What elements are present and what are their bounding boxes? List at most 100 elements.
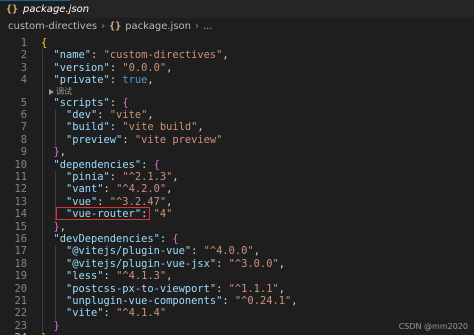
code-token: "vue" — [66, 195, 98, 208]
code-line[interactable]: 20 "postcss-px-to-viewport": "^1.1.1", — [0, 283, 474, 295]
breadcrumb-more[interactable]: ... — [203, 21, 213, 32]
code-token: : — [91, 49, 104, 62]
code-token: "^4.1.4" — [116, 307, 167, 320]
codelens-label: 调试 — [56, 86, 72, 96]
code-token: "pinia" — [66, 171, 110, 183]
code-line[interactable]: 21 "unplugin-vue-components": "^0.24.1", — [0, 295, 474, 307]
code-content: "devDependencies": { — [54, 233, 179, 245]
code-line[interactable]: 12 "vant": "^4.2.0", — [0, 183, 474, 195]
code-line[interactable]: 9}, — [0, 146, 474, 158]
indent-guide — [42, 49, 43, 333]
chevron-right-icon: › — [101, 21, 106, 32]
line-number: 11 — [14, 171, 27, 183]
code-line[interactable]: 3 "version": "0.0.0", — [0, 62, 474, 74]
code-line[interactable]: 22 "vite": "^4.1.4" — [0, 307, 474, 319]
tab-package-json[interactable]: {} package.json — [0, 0, 89, 18]
code-token: , — [291, 295, 298, 307]
code-token: , — [166, 183, 173, 196]
code-token: : — [191, 245, 204, 258]
code-token: "^1.1.1" — [228, 282, 279, 295]
code-token: , — [222, 49, 229, 62]
line-number: 18 — [14, 257, 27, 270]
code-content: "postcss-px-to-viewport": "^1.1.1", — [66, 283, 285, 295]
code-line[interactable]: 7 "build": "vite build", — [0, 121, 474, 133]
line-number: 22 — [14, 307, 27, 320]
code-line[interactable]: 19 "less": "^4.1.3", — [0, 270, 474, 282]
code-token: "vite" — [66, 307, 104, 320]
code-token: { — [122, 96, 129, 109]
code-token: "^4.1.3" — [116, 270, 167, 283]
code-line[interactable]: 15}, — [0, 221, 474, 233]
chevron-right-icon: › — [194, 21, 199, 32]
code-editor[interactable]: 1{2 "name": "custom-directives", 3 "version… — [0, 35, 474, 335]
code-token: "vant" — [66, 183, 104, 196]
code-token: "custom-directives" — [103, 49, 223, 62]
code-token: "@vitejs/plugin-vue-jsx" — [66, 257, 217, 270]
code-line[interactable]: 6 "dev": "vite", — [0, 109, 474, 121]
code-token: } — [53, 319, 60, 332]
code-line[interactable]: 5 "scripts": { — [0, 97, 474, 109]
code-token: : — [103, 307, 117, 320]
breadcrumb: custom-directives › {} package.json › ..… — [0, 18, 474, 35]
tab-title: package.json — [23, 4, 90, 15]
code-token: true — [122, 74, 148, 87]
code-line[interactable]: 14 "vue-router": "4" — [0, 208, 474, 220]
code-line[interactable]: 17 "@vitejs/plugin-vue": "^4.0.0", — [0, 245, 474, 257]
code-token: "vue-router" — [66, 208, 142, 221]
braces-json-icon: {} — [6, 3, 19, 15]
code-token: "postcss-px-to-viewport" — [66, 282, 217, 295]
watermark: CSDN @mm2020 — [398, 322, 468, 331]
line-number: 9 — [20, 146, 27, 159]
code-token: , — [172, 171, 179, 183]
code-content: "name": "custom-directives", — [54, 49, 229, 61]
code-token: , — [197, 121, 204, 134]
play-icon — [49, 88, 54, 95]
code-content: "@vitejs/plugin-vue": "^4.0.0", — [66, 245, 260, 257]
code-token: , — [253, 245, 260, 258]
code-token: "@vitejs/plugin-vue" — [66, 245, 192, 258]
code-token: : — [97, 109, 110, 121]
code-line[interactable]: 11 "pinia": "^2.1.3", — [0, 171, 474, 183]
code-token: "^3.2.47" — [109, 195, 167, 208]
code-token: "dev" — [66, 109, 98, 121]
breadcrumb-folder[interactable]: custom-directives — [8, 21, 97, 32]
code-token: "^0.24.1" — [234, 295, 292, 307]
code-token: : — [159, 233, 173, 245]
code-content: "vue-router": "4" — [66, 208, 172, 220]
code-token: : — [103, 270, 117, 283]
code-line[interactable]: 10 "dependencies": { — [0, 159, 474, 171]
code-token: "build" — [66, 121, 110, 134]
code-content: "scripts": { — [54, 97, 129, 109]
code-token: "^3.0.0" — [228, 257, 279, 270]
code-line[interactable]: 1{ — [0, 37, 474, 49]
code-token: , — [59, 220, 67, 233]
debug-codelens[interactable]: 调试 — [49, 87, 72, 97]
code-token: : — [222, 295, 235, 307]
line-number: 12 — [14, 183, 27, 196]
code-line[interactable]: 2 "name": "custom-directives", — [0, 49, 474, 61]
line-number: 16 — [14, 233, 27, 245]
code-line[interactable]: 18 "@vitejs/plugin-vue-jsx": "^3.0.0", — [0, 258, 474, 270]
breadcrumb-file[interactable]: package.json — [125, 21, 191, 32]
code-line[interactable]: 13 "vue": "^3.2.47", — [0, 196, 474, 208]
code-token: : — [216, 257, 229, 270]
code-content: "private": true, — [54, 74, 154, 86]
code-token: { — [172, 233, 179, 245]
code-content: } — [54, 320, 60, 332]
code-token: : — [109, 121, 123, 134]
code-token: , — [166, 270, 173, 283]
line-number: 1 — [20, 37, 27, 49]
code-token: "4" — [153, 208, 173, 221]
code-content: "vue": "^3.2.47", — [66, 196, 172, 208]
code-token: : — [141, 208, 154, 221]
code-line[interactable]: 8 "preview": "vite preview" — [0, 134, 474, 146]
code-line[interactable]: 4 "private": true, — [0, 74, 474, 86]
code-content: "build": "vite build", — [66, 121, 204, 133]
indent-guide — [54, 245, 56, 320]
code-line[interactable]: 16 "devDependencies": { — [0, 233, 474, 245]
indent-guide — [54, 109, 56, 147]
code-content: "dev": "vite", — [66, 109, 154, 121]
code-content: }, — [54, 146, 67, 158]
code-content: { — [41, 37, 47, 49]
code-token: : — [109, 96, 123, 109]
